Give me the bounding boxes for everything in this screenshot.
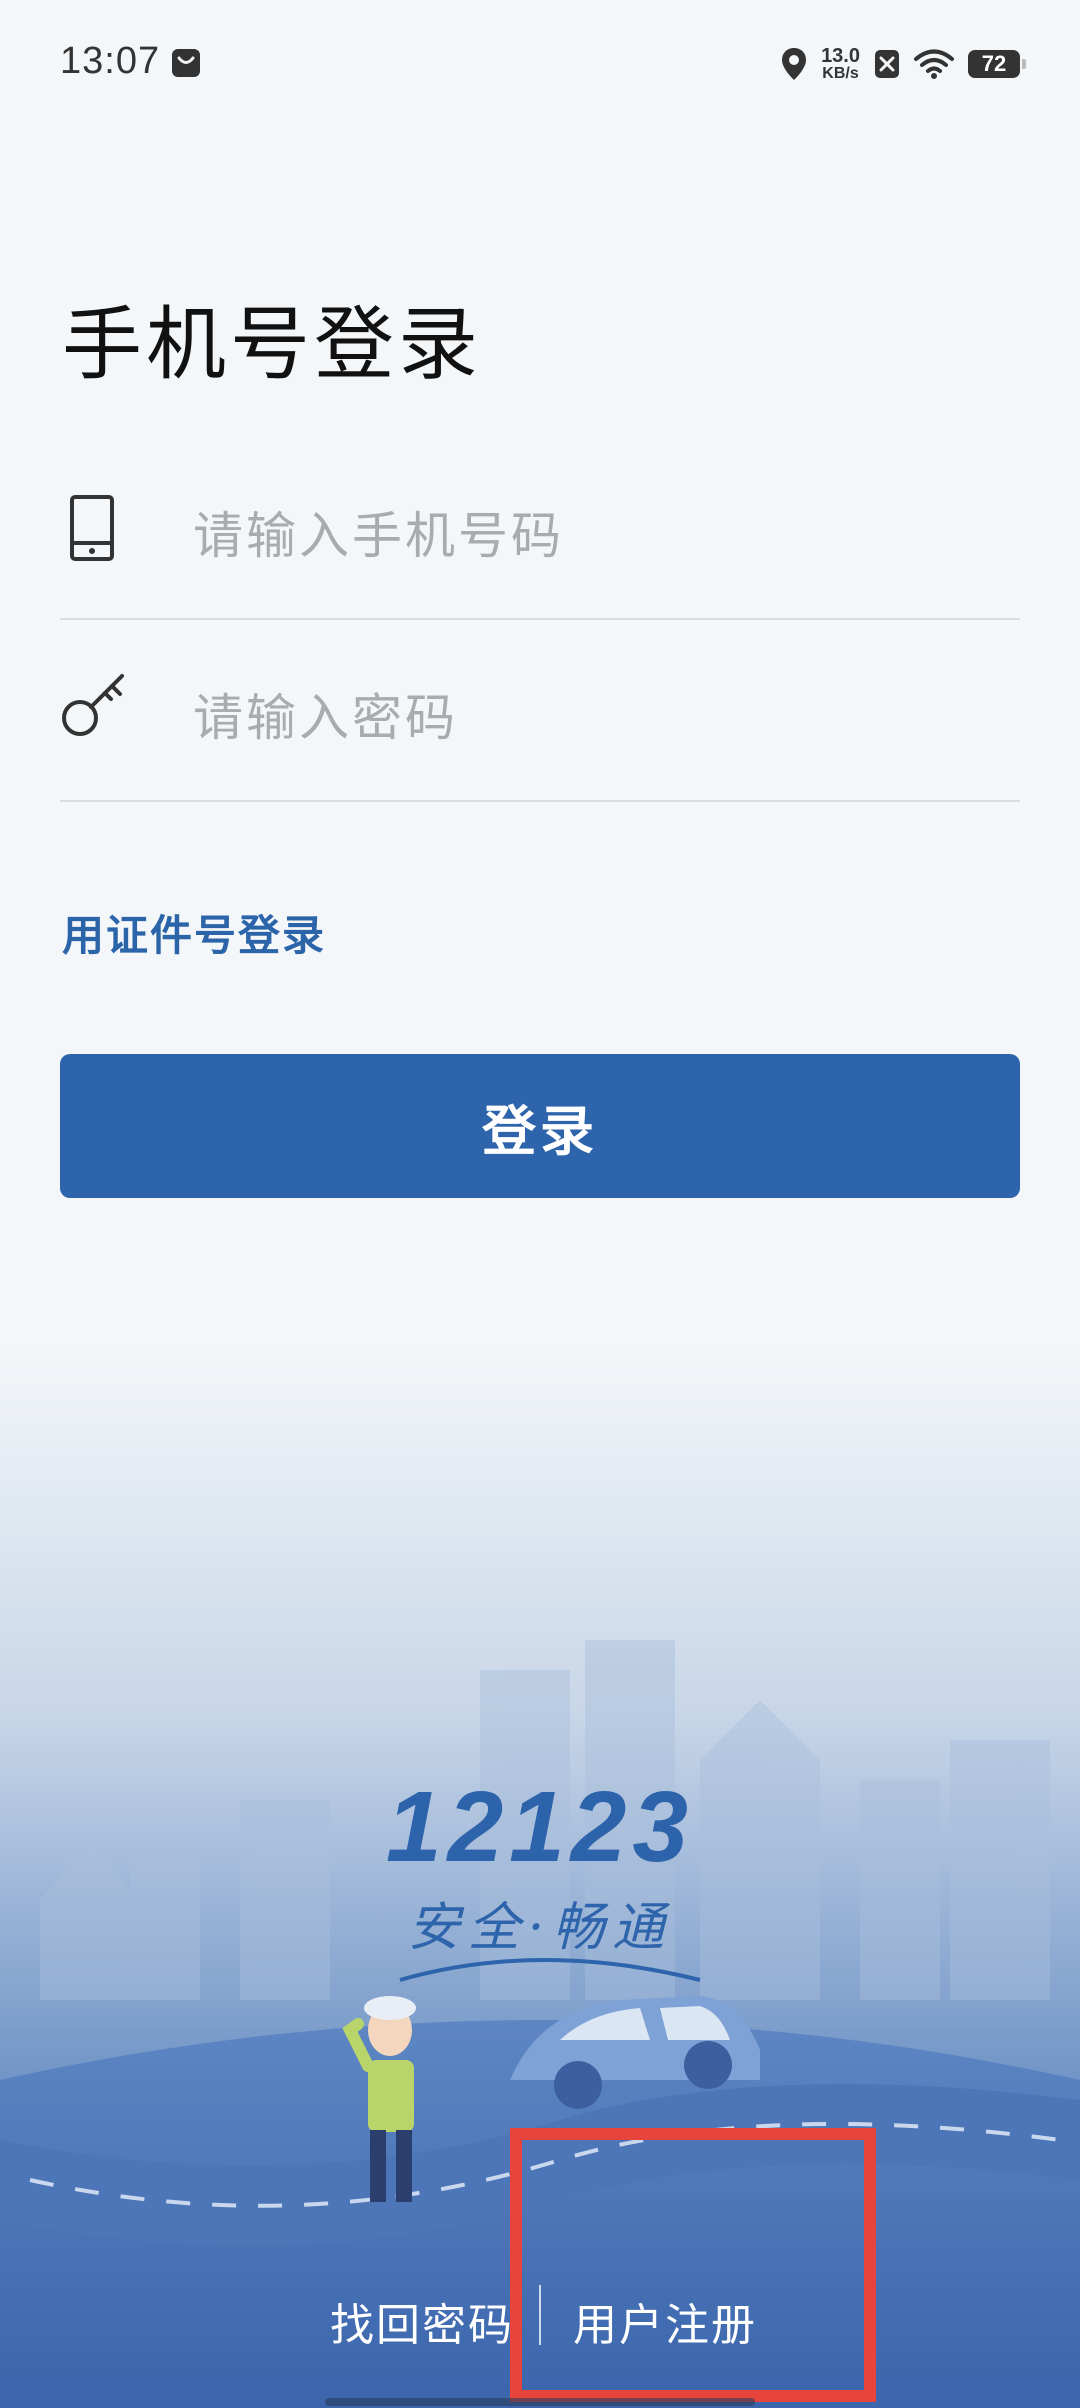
id-login-link[interactable]: 用证件号登录: [62, 902, 326, 963]
password-field[interactable]: 请输入密码: [60, 620, 1020, 802]
key-icon: [62, 674, 124, 736]
net-speed: 13.0 KB/s: [821, 45, 860, 82]
location-icon: [782, 48, 807, 80]
status-time: 13:07: [60, 40, 161, 82]
register-highlight-box: [510, 2128, 876, 2402]
phone-placeholder[interactable]: 请输入手机号码: [193, 496, 564, 568]
bag-icon: [172, 49, 200, 77]
status-icons: 13.0 KB/s 72: [781, 42, 1026, 86]
home-indicator[interactable]: [325, 2398, 755, 2406]
sim-off-icon: [875, 50, 899, 78]
forgot-password-link[interactable]: 找回密码: [330, 2289, 514, 2353]
password-placeholder[interactable]: 请输入密码: [193, 678, 458, 750]
wifi-icon: [914, 49, 954, 79]
battery-icon: 72: [968, 50, 1026, 78]
brand-slogan: 安全·畅通: [407, 1898, 673, 1958]
page-title: 手机号登录: [62, 298, 482, 391]
status-bar: 13:07 13.0 KB/s 72: [0, 0, 1080, 130]
phone-icon: [70, 495, 114, 561]
brand-logo: 12123: [385, 1771, 695, 1883]
phone-field[interactable]: 请输入手机号码: [60, 438, 1020, 620]
login-button[interactable]: 登录: [60, 1054, 1020, 1198]
